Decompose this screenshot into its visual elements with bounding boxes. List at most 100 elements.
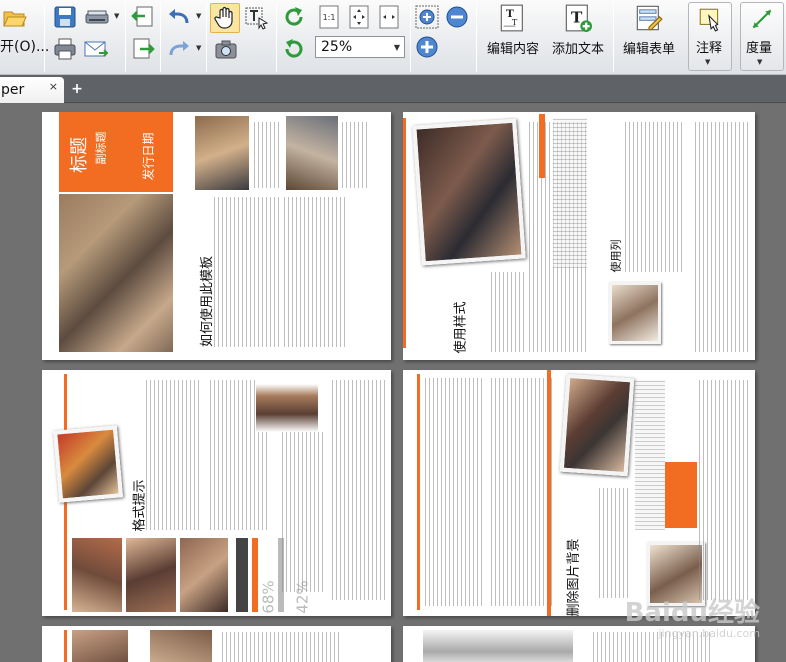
email-icon xyxy=(84,41,108,57)
watermark-text: Baidu经验 xyxy=(624,598,760,628)
callout-box xyxy=(635,380,665,530)
text-column xyxy=(254,122,280,188)
edit-content-icon: T T xyxy=(500,4,523,32)
print-button[interactable] xyxy=(52,36,78,62)
text-column xyxy=(695,122,751,352)
edit-form-label: 编辑表单 xyxy=(622,42,675,57)
text-column xyxy=(332,380,386,600)
annotate-button[interactable]: 注释 ▼ xyxy=(688,2,732,71)
scan-dropdown-arrow[interactable]: ▼ xyxy=(114,12,119,20)
rotate-clockwise-icon xyxy=(285,7,303,26)
callout-box xyxy=(553,118,587,268)
toolbar-separator xyxy=(206,2,207,72)
page-2-heading: 使用样式 xyxy=(453,301,469,354)
rotate-counterclockwise-button[interactable] xyxy=(280,36,308,62)
new-tab-button[interactable]: + xyxy=(70,82,84,96)
fit-width-button[interactable] xyxy=(376,4,402,30)
camera-icon xyxy=(215,40,237,59)
page-extract-icon xyxy=(131,6,153,27)
actual-size-button[interactable]: 1:1 xyxy=(316,4,342,30)
text-column xyxy=(491,272,525,352)
insert-pages-button[interactable] xyxy=(130,36,156,62)
redo-icon xyxy=(169,41,189,56)
add-text-button[interactable]: T 添加文本 xyxy=(548,4,608,70)
group-photo-large xyxy=(559,373,635,477)
text-column xyxy=(342,122,368,188)
page-2-heading-2: 使用列 xyxy=(609,239,623,273)
page-1-heading: 如何使用此模板 xyxy=(200,255,216,348)
annotate-label: 注释 xyxy=(696,41,723,56)
save-icon xyxy=(54,6,76,28)
graduation-photo xyxy=(412,118,526,266)
page-rule xyxy=(417,374,420,610)
document-tab[interactable]: per × xyxy=(0,77,64,103)
toolbar-separator xyxy=(276,2,277,72)
photo-strip-1 xyxy=(72,538,122,612)
toolbar-separator xyxy=(44,2,45,72)
close-icon[interactable]: × xyxy=(49,80,58,93)
page-5-photo-1 xyxy=(72,630,128,662)
zoom-in-button[interactable] xyxy=(414,34,440,60)
page-thumbnail-4[interactable]: 删除图片背景 xyxy=(403,370,755,616)
svg-text:1:1: 1:1 xyxy=(323,13,336,22)
redo-dropdown-arrow[interactable]: ▼ xyxy=(196,44,201,52)
printer-icon xyxy=(54,38,76,60)
page-thumbnail-1[interactable]: 标题 副标题 发行日期 如何使用此模板 xyxy=(42,112,391,360)
select-text-button[interactable] xyxy=(243,4,271,32)
email-button[interactable] xyxy=(82,36,110,62)
text-column xyxy=(699,380,751,600)
scan-button[interactable] xyxy=(82,4,112,30)
document-tab-name: per xyxy=(1,82,25,98)
save-button[interactable] xyxy=(52,4,78,30)
measure-button[interactable]: 度量 ▼ xyxy=(740,2,784,71)
page-thumbnail-5[interactable] xyxy=(42,626,391,662)
zoom-in-icon xyxy=(416,36,438,58)
rotate-clockwise-button[interactable] xyxy=(280,4,308,30)
text-column xyxy=(491,378,553,606)
select-text-icon xyxy=(245,7,269,30)
group-photo xyxy=(52,425,124,503)
chevron-down-icon: ▼ xyxy=(393,42,401,52)
scanner-icon xyxy=(85,10,109,24)
zoom-level-value: 25% xyxy=(321,39,353,55)
page-rule xyxy=(64,630,67,662)
add-text-label: 添加文本 xyxy=(551,42,604,57)
photo-strip-2 xyxy=(126,538,176,612)
hand-tool-button[interactable] xyxy=(210,3,240,33)
watermark: Baidu经验 jingyan.baidu.com xyxy=(625,592,760,640)
undo-icon xyxy=(169,9,189,24)
zoom-level-select[interactable]: 25% ▼ xyxy=(315,36,405,58)
toolbar-separator xyxy=(160,2,161,72)
photo-strip-3 xyxy=(180,538,228,612)
cover-photo-small-1 xyxy=(195,116,249,190)
open-label[interactable]: 开(O)... xyxy=(0,36,49,56)
edit-content-label: 编辑内容 xyxy=(486,42,539,57)
open-button[interactable] xyxy=(0,4,30,32)
edit-form-button[interactable]: 编辑表单 xyxy=(618,4,680,70)
redo-button[interactable] xyxy=(164,36,194,62)
student-photo xyxy=(609,282,661,344)
document-view[interactable]: 标题 副标题 发行日期 如何使用此模板 使用样式 使用列 格式提示 68% 42… xyxy=(0,104,786,662)
zoom-out-button[interactable] xyxy=(444,4,470,30)
measure-label: 度量 xyxy=(746,41,773,56)
text-column xyxy=(146,380,202,530)
zoom-marquee-icon xyxy=(415,5,439,29)
undo-button[interactable] xyxy=(164,4,194,30)
svg-text:T: T xyxy=(512,17,518,27)
undo-dropdown-arrow[interactable]: ▼ xyxy=(196,12,201,20)
page-rule xyxy=(403,118,406,348)
edit-content-button[interactable]: T T 编辑内容 xyxy=(482,4,544,70)
snapshot-button[interactable] xyxy=(212,36,240,62)
fit-page-button[interactable] xyxy=(346,4,372,30)
page-thumbnail-3[interactable]: 格式提示 68% 42% xyxy=(42,370,391,616)
folder-open-icon xyxy=(3,11,27,27)
toolbar-separator xyxy=(613,2,614,72)
extract-pages-button[interactable] xyxy=(130,4,156,30)
toolbar-separator xyxy=(476,2,477,72)
document-tab-bar: per × + xyxy=(0,75,786,103)
page-thumbnail-2[interactable]: 使用样式 使用列 xyxy=(403,112,755,360)
cover-photo-small-2 xyxy=(286,116,338,190)
zoom-out-icon xyxy=(446,6,468,28)
zoom-marquee-button[interactable] xyxy=(414,4,440,30)
text-column xyxy=(214,197,280,347)
